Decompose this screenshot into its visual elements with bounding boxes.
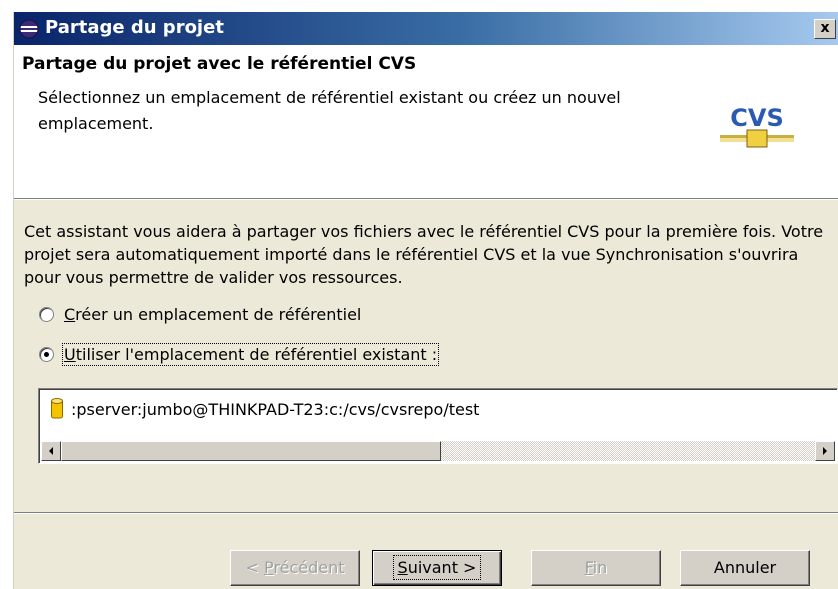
cvs-icon-label: CVS [730, 104, 783, 132]
finish-button[interactable]: Fin [531, 550, 661, 586]
radio-label[interactable]: Utiliser l'emplacement de référentiel ex… [61, 342, 440, 366]
repository-list[interactable]: :pserver:jumbo@THINKPAD-T23:c:/cvs/cvsre… [38, 388, 838, 464]
eclipse-icon [19, 19, 39, 39]
wizard-header: Partage du projet avec le référentiel CV… [14, 45, 838, 198]
intro-text: Cet assistant vous aidera à partager vos… [24, 222, 824, 287]
title-bar[interactable]: Partage du projet x [14, 12, 838, 45]
next-button[interactable]: Suivant > [372, 550, 502, 586]
repository-location[interactable]: :pserver:jumbo@THINKPAD-T23:c:/cvs/cvsre… [71, 400, 479, 419]
database-icon [51, 398, 63, 419]
cancel-button[interactable]: Annuler [680, 550, 810, 586]
scroll-thumb[interactable] [61, 441, 441, 461]
arrow-left-icon [49, 447, 53, 455]
scroll-right-button[interactable] [815, 441, 835, 461]
radio-use-existing-location[interactable]: Utiliser l'emplacement de référentiel ex… [39, 342, 440, 366]
radio-button[interactable] [39, 306, 54, 322]
horizontal-scrollbar[interactable] [41, 441, 835, 461]
radio-label[interactable]: Créer un emplacement de référentiel [64, 305, 361, 324]
radio-button[interactable] [39, 346, 54, 362]
page-description: Sélectionnez un emplacement de référenti… [38, 88, 621, 133]
list-item[interactable]: :pserver:jumbo@THINKPAD-T23:c:/cvs/cvsre… [51, 395, 479, 423]
arrow-right-icon [823, 447, 827, 455]
cvs-icon: CVS [720, 104, 794, 148]
close-icon: x [820, 20, 830, 36]
page-title: Partage du projet avec le référentiel CV… [22, 54, 417, 74]
radio-create-location[interactable]: Créer un emplacement de référentiel [39, 302, 361, 326]
close-button[interactable]: x [814, 19, 836, 39]
back-button[interactable]: < Précédent [230, 550, 360, 586]
scroll-left-button[interactable] [41, 441, 61, 461]
dialog-window: Partage du projet x Partage du projet av… [13, 12, 838, 589]
window-title: Partage du projet [45, 17, 224, 38]
